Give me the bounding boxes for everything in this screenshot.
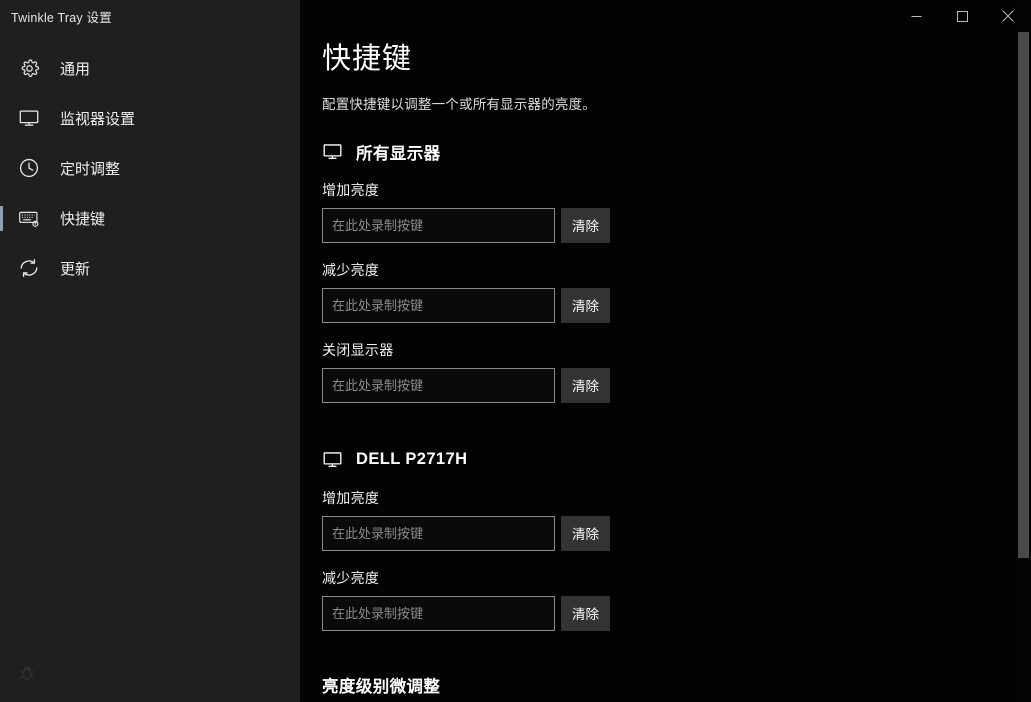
settings-panel: 快捷键 配置快捷键以调整一个或所有显示器的亮度。 所有显示器 增加亮度 在此处录…: [300, 0, 1031, 702]
monitor-icon: [322, 449, 343, 470]
app-window: Twinkle Tray 设置 通用 监视器设置 定时调整 快捷键 更新 快捷键…: [0, 0, 1031, 702]
selection-indicator: [0, 206, 3, 231]
field-row: 清除: [322, 207, 1031, 243]
hotkey-field-increase-brightness-dell: 增加亮度 清除: [322, 488, 1031, 551]
selection-indicator: [0, 56, 3, 81]
hotkey-field-increase-brightness-all: 增加亮度 清除: [322, 180, 1031, 243]
maximize-button[interactable]: [939, 0, 985, 32]
hotkey-field-decrease-brightness-all: 减少亮度 清除: [322, 260, 1031, 323]
clear-button[interactable]: 清除: [561, 287, 610, 323]
field-label: 关闭显示器: [322, 341, 394, 358]
sidebar-item-label: 定时调整: [60, 160, 121, 178]
clock-icon: [16, 155, 42, 181]
page-title: 快捷键: [322, 43, 413, 75]
section-title: 亮度级别微调整: [322, 677, 441, 696]
sidebar-item-general[interactable]: 通用: [0, 43, 300, 93]
close-button[interactable]: [985, 0, 1031, 32]
hotkey-input[interactable]: [322, 287, 555, 323]
app-title: Twinkle Tray 设置: [11, 10, 112, 25]
minimize-button[interactable]: [893, 0, 939, 32]
hotkey-field-decrease-brightness-dell: 减少亮度 清除: [322, 568, 1031, 631]
sidebar: Twinkle Tray 设置 通用 监视器设置 定时调整 快捷键 更新: [0, 0, 300, 702]
scrollbar-thumb[interactable]: [1018, 32, 1029, 558]
page-description: 配置快捷键以调整一个或所有显示器的亮度。: [322, 96, 596, 112]
monitor-icon: [16, 105, 42, 131]
selection-indicator: [0, 256, 3, 281]
section-dell-p2717h: DELL P2717H 增加亮度 清除 减少亮度 清除: [322, 449, 1031, 631]
sidebar-item-time-adjustments[interactable]: 定时调整: [0, 143, 300, 193]
section-all-monitors: 所有显示器 增加亮度 清除 减少亮度 清除: [322, 141, 1031, 403]
selection-indicator: [0, 106, 3, 131]
field-label: 减少亮度: [322, 569, 380, 586]
bug-icon[interactable]: [17, 663, 37, 683]
gear-icon: [16, 55, 42, 81]
section-title: DELL P2717H: [356, 450, 468, 469]
monitor-icon: [322, 141, 343, 162]
section-title: 所有显示器: [356, 144, 441, 163]
main-content-area: 快捷键 配置快捷键以调整一个或所有显示器的亮度。 所有显示器 增加亮度 在此处录…: [300, 0, 1031, 702]
clear-button[interactable]: 清除: [561, 207, 610, 243]
sidebar-item-label: 快捷键: [60, 210, 106, 228]
clear-button[interactable]: 清除: [561, 595, 610, 631]
field-row: 清除: [322, 367, 1031, 403]
sidebar-item-label: 通用: [60, 60, 91, 78]
titlebar: Twinkle Tray 设置: [0, 0, 300, 32]
field-label: 增加亮度: [322, 181, 380, 198]
hotkey-input[interactable]: [322, 367, 555, 403]
field-row: 清除: [322, 595, 1031, 631]
section-header: DELL P2717H: [322, 449, 1031, 471]
clear-button[interactable]: 清除: [561, 515, 610, 551]
sidebar-item-label: 更新: [60, 260, 91, 278]
section-fine-adjustment-partial: 亮度级别微调整: [322, 673, 1031, 697]
clear-button[interactable]: 清除: [561, 367, 610, 403]
sidebar-item-hotkeys[interactable]: 快捷键: [0, 193, 300, 243]
hotkey-input[interactable]: [322, 515, 555, 551]
window-controls: [893, 0, 1031, 32]
sidebar-item-label: 监视器设置: [60, 110, 136, 128]
vertical-scrollbar[interactable]: [1016, 0, 1031, 702]
sidebar-nav: 通用 监视器设置 定时调整 快捷键 更新: [0, 43, 300, 293]
sidebar-item-updates[interactable]: 更新: [0, 243, 300, 293]
hotkey-input[interactable]: [322, 207, 555, 243]
section-header: 所有显示器: [322, 141, 1031, 163]
keyboard-gear-icon: [16, 205, 42, 231]
hotkey-field-turn-off-monitors: 关闭显示器 清除: [322, 340, 1031, 403]
selection-indicator: [0, 156, 3, 181]
field-label: 增加亮度: [322, 489, 380, 506]
hotkey-input[interactable]: [322, 595, 555, 631]
refresh-icon: [16, 255, 42, 281]
field-label: 减少亮度: [322, 261, 380, 278]
field-row: 清除: [322, 287, 1031, 323]
sidebar-item-monitor-settings[interactable]: 监视器设置: [0, 93, 300, 143]
field-row: 清除: [322, 515, 1031, 551]
